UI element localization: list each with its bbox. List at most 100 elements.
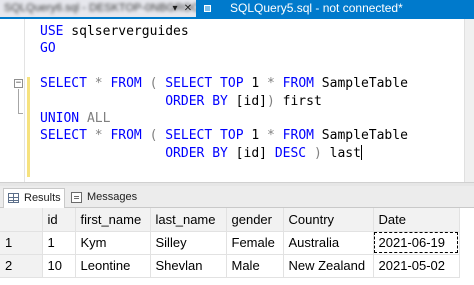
query-editor[interactable]: − USE sqlserverguides GO SELECT * FROM ( S…	[0, 19, 474, 182]
code-token: ALL	[86, 110, 111, 126]
code-line[interactable]	[40, 58, 408, 75]
dropdown-arrow-icon[interactable]: ▾	[168, 0, 182, 17]
code-token: FROM	[110, 76, 142, 92]
cell-gender[interactable]: Female	[226, 231, 284, 255]
cell-last-name[interactable]: Shevlan	[150, 254, 227, 278]
tab-messages-label: Messages	[87, 191, 138, 203]
code-token: SELECT	[40, 128, 87, 144]
cell-gender[interactable]: Male	[226, 254, 284, 278]
code-token: SampleTable	[313, 128, 408, 144]
close-icon[interactable]: ✕	[181, 0, 195, 17]
code-token: *	[267, 128, 275, 144]
cell-first-name[interactable]: Leontine	[75, 254, 151, 278]
code-token: first	[274, 93, 322, 109]
corner-cell[interactable]	[0, 208, 43, 232]
code-line[interactable]: USE sqlserverguides	[40, 23, 408, 40]
code-token: ORDER BY	[165, 145, 228, 161]
code-token: ORDER BY	[165, 93, 228, 109]
code-text[interactable]: USE sqlserverguides GO SELECT * FROM ( SEL…	[40, 23, 408, 162]
changed-lines-indicator	[27, 77, 30, 177]
fold-guide	[18, 89, 19, 113]
code-token: USE	[40, 24, 64, 39]
fold-guide-end	[18, 113, 23, 114]
code-line[interactable]: SELECT * FROM ( SELECT TOP 1 * FROM Samp…	[40, 75, 408, 92]
code-token: SELECT	[40, 76, 87, 92]
code-token: FROM	[282, 76, 314, 92]
header-row: id first_name last_name gender Country D…	[0, 208, 460, 232]
column-header-first-name[interactable]: first_name	[75, 208, 151, 232]
cell-date-selected[interactable]: 2021-06-19	[373, 231, 460, 255]
code-line[interactable]: UNION ALL	[40, 110, 408, 127]
tab-label: SQLQuery5.sql - not connected*	[230, 1, 403, 15]
row-number[interactable]: 1	[0, 231, 43, 255]
code-token: )	[267, 93, 275, 109]
table-row[interactable]: 2 10 Leontine Shevlan Male New Zealand 2…	[0, 254, 460, 278]
code-token: )	[313, 145, 322, 161]
code-token: UNION	[40, 110, 80, 126]
messages-icon	[71, 192, 82, 203]
code-token: *	[94, 76, 103, 92]
column-header-id[interactable]: id	[42, 208, 76, 232]
code-token: last	[321, 145, 361, 161]
grid-icon	[8, 193, 19, 203]
code-token: SELECT	[165, 128, 213, 144]
code-token: *	[267, 76, 275, 92]
code-token: DESC	[274, 145, 307, 161]
code-token: 1	[243, 76, 268, 92]
code-line[interactable]: ORDER BY [id] DESC ) last	[40, 144, 408, 162]
code-token: FROM	[282, 128, 314, 144]
results-tab-strip: Results Messages	[0, 186, 474, 208]
table-row[interactable]: 1 1 Kym Silley Female Australia 2021-06-…	[0, 231, 460, 255]
code-line[interactable]: ORDER BY [id]) first	[40, 93, 408, 110]
code-token: *	[94, 128, 103, 144]
code-line[interactable]: SELECT * FROM ( SELECT TOP 1 * FROM Samp…	[40, 127, 408, 144]
vertical-scrollbar[interactable]	[464, 19, 474, 182]
code-token: TOP	[220, 76, 244, 92]
code-token: GO	[40, 41, 56, 57]
tab-sqlquery5[interactable]: SQLQuery5.sql - not connected*	[196, 0, 474, 17]
column-header-last-name[interactable]: last_name	[150, 208, 227, 232]
code-token: [id]	[227, 93, 267, 109]
cell-id[interactable]: 1	[42, 231, 76, 255]
tab-results-label: Results	[24, 192, 61, 204]
code-token: 1	[243, 128, 268, 144]
code-token: sqlserverguides	[63, 24, 189, 39]
cell-date[interactable]: 2021-05-02	[373, 254, 460, 278]
text-caret	[360, 144, 362, 160]
code-token: [id]	[227, 145, 275, 161]
cell-last-name[interactable]: Silley	[150, 231, 227, 255]
tab-sqlquery6[interactable]: SQLQuery6.sql - DESKTOP-0NBGROO\user (53…	[0, 0, 196, 17]
results-grid[interactable]: id first_name last_name gender Country D…	[0, 208, 474, 285]
code-token: SELECT	[165, 76, 213, 92]
cell-first-name[interactable]: Kym	[75, 231, 151, 255]
row-number[interactable]: 2	[0, 254, 43, 278]
cell-id[interactable]: 10	[42, 254, 76, 278]
tab-results[interactable]: Results	[3, 188, 65, 208]
cell-country[interactable]: Australia	[283, 231, 374, 255]
column-header-gender[interactable]: gender	[226, 208, 284, 232]
code-line[interactable]: GO	[40, 40, 408, 57]
cell-country[interactable]: New Zealand	[283, 254, 374, 278]
code-token: SampleTable	[313, 76, 408, 92]
document-tab-strip: SQLQuery6.sql - DESKTOP-0NBGROO\user (53…	[0, 0, 474, 19]
code-token: TOP	[220, 128, 244, 144]
tab-messages[interactable]: Messages	[67, 188, 138, 208]
column-header-date[interactable]: Date	[373, 208, 460, 232]
column-header-country[interactable]: Country	[283, 208, 374, 232]
collapse-icon[interactable]: −	[14, 79, 23, 88]
editor-margin	[0, 19, 25, 182]
code-token: FROM	[110, 128, 142, 144]
document-icon	[204, 5, 211, 12]
